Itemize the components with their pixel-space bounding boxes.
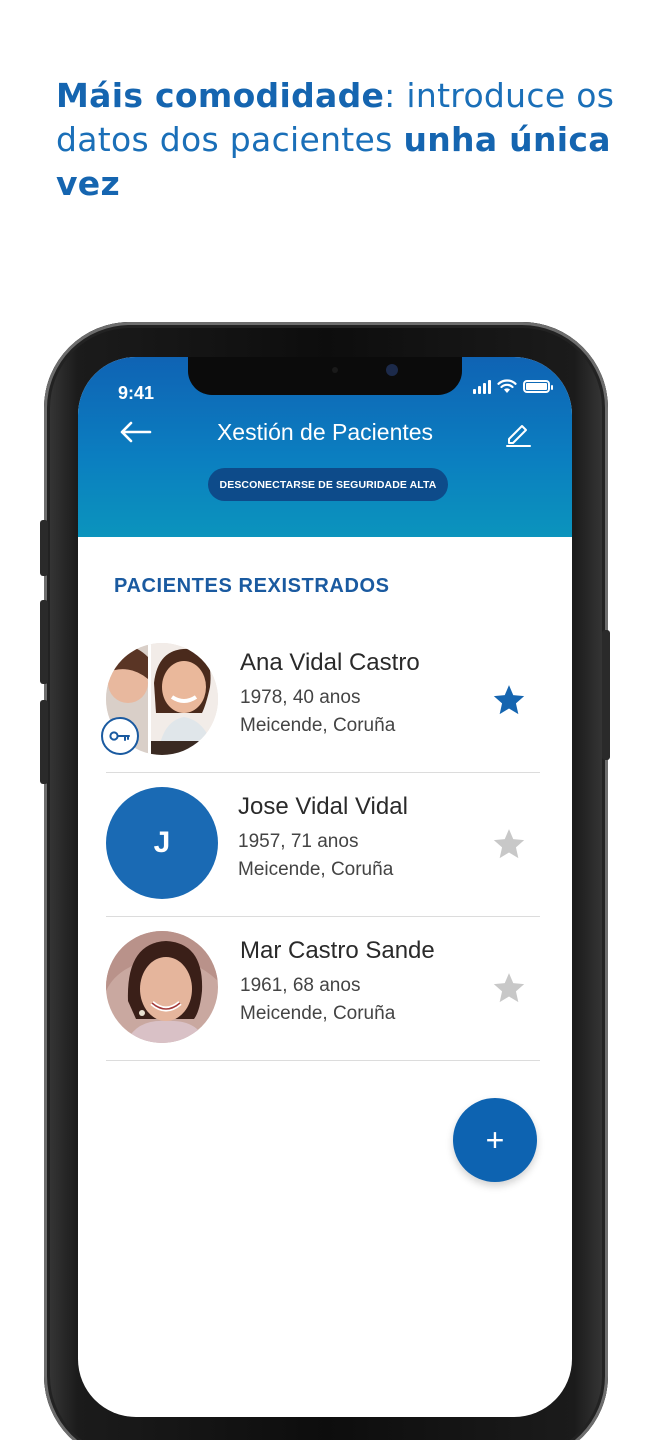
star-outline-icon[interactable]	[492, 971, 526, 1005]
logout-high-security-button[interactable]: DESCONECTARSE DE SEGURIDADE ALTA	[208, 468, 448, 501]
phone-side-button	[40, 520, 48, 576]
patient-row[interactable]: Ana Vidal Castro 1978, 40 anos Meicende,…	[101, 629, 540, 773]
status-icons	[473, 379, 553, 394]
phone-screen: 9:41 Xestión de Pacientes DESCONECTARSE …	[78, 357, 572, 1417]
patient-photo-avatar	[106, 931, 218, 1043]
patient-location: Meicende, Coruña	[240, 715, 396, 736]
add-patient-button[interactable]: +	[453, 1098, 537, 1182]
status-time: 9:41	[118, 383, 155, 403]
patient-name: Mar Castro Sande	[240, 937, 435, 964]
patient-name: Jose Vidal Vidal	[238, 793, 408, 820]
patient-row[interactable]: J Jose Vidal Vidal 1957, 71 anos Meicend…	[106, 773, 540, 917]
camera	[386, 364, 398, 376]
row-divider	[106, 1060, 540, 1061]
speaker	[332, 367, 338, 373]
wifi-icon	[497, 379, 517, 393]
key-badge	[101, 717, 139, 755]
key-icon	[109, 731, 130, 741]
patient-location: Meicende, Coruña	[238, 859, 394, 880]
patient-photo-image	[106, 931, 218, 1043]
star-filled-icon[interactable]	[492, 683, 526, 717]
promo-headline: Máis comodidade: introduce os datos dos …	[56, 74, 616, 206]
headline-bold-1: Máis comodidade	[56, 76, 385, 115]
phone-notch	[188, 357, 462, 395]
star-outline-icon[interactable]	[492, 827, 526, 861]
phone-volume-down	[40, 700, 48, 784]
patient-info: 1961, 68 anos	[240, 975, 361, 996]
edit-pencil-icon[interactable]	[504, 419, 532, 447]
phone-power-button	[602, 630, 610, 760]
patient-info: 1957, 71 anos	[238, 831, 359, 852]
page-title: Xestión de Pacientes	[216, 419, 434, 445]
signal-icon	[473, 379, 491, 394]
initial-avatar: J	[106, 787, 218, 899]
phone-volume-up	[40, 600, 48, 684]
patient-location: Meicende, Coruña	[240, 1003, 396, 1024]
section-title: PACIENTES REXISTRADOS	[114, 575, 390, 597]
patient-info: 1978, 40 anos	[240, 687, 361, 708]
patient-name: Ana Vidal Castro	[240, 649, 420, 676]
battery-icon	[523, 380, 553, 393]
back-arrow-icon[interactable]	[118, 420, 152, 444]
patient-row[interactable]: Mar Castro Sande 1961, 68 anos Meicende,…	[106, 917, 540, 1061]
